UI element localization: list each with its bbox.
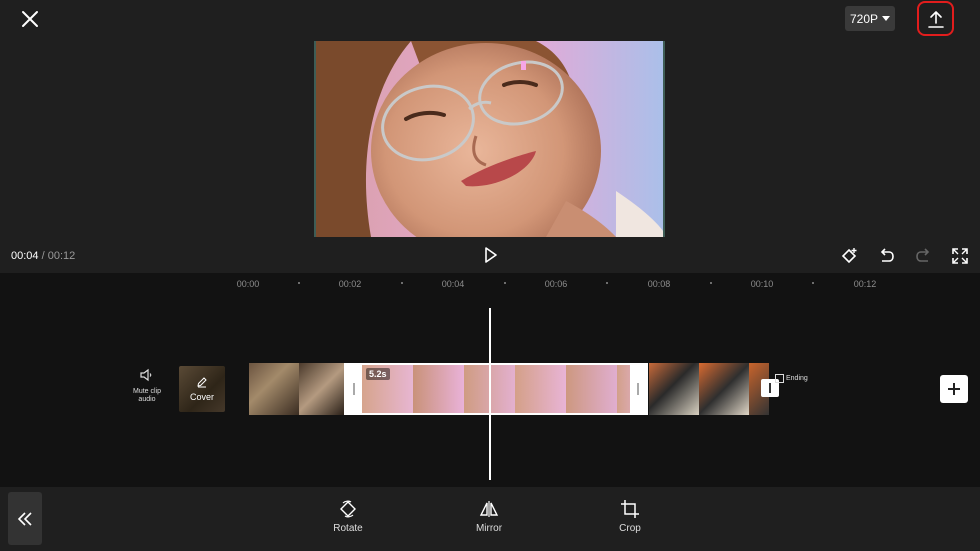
ending-label: Ending	[786, 375, 808, 382]
mute-clip-audio-button[interactable]: Mute clip audio	[127, 368, 167, 404]
resolution-label: 720P	[849, 11, 879, 26]
ruler-dot	[401, 282, 403, 284]
resolution-dropdown[interactable]: 720P	[845, 6, 895, 31]
ruler-label: 00:08	[647, 279, 671, 289]
selected-clip[interactable]	[344, 363, 648, 415]
mirror-label: Mirror	[475, 523, 503, 534]
mirror-button[interactable]: Mirror	[459, 499, 519, 534]
clip-thumbnail	[249, 363, 299, 415]
bottom-toolbar: Rotate Mirror Crop	[0, 487, 980, 551]
add-ending-button[interactable]: Ending	[775, 374, 808, 383]
double-chevron-left-icon	[17, 511, 32, 526]
keyframe-button[interactable]	[840, 246, 860, 266]
ruler-label: 00:04	[441, 279, 465, 289]
playhead[interactable]	[489, 308, 491, 480]
time-separator: /	[38, 250, 48, 262]
cover-button[interactable]: Cover	[179, 366, 225, 412]
ruler-dot	[298, 282, 300, 284]
redo-button[interactable]	[913, 246, 933, 266]
rotate-label: Rotate	[333, 523, 363, 534]
close-button[interactable]	[17, 6, 43, 32]
clip-trim-handle-right[interactable]	[630, 365, 646, 413]
video-frame-image	[316, 41, 663, 237]
caret-down-icon	[882, 16, 891, 21]
ruler-label: 00:12	[853, 279, 877, 289]
fullscreen-icon	[952, 248, 968, 264]
plus-icon	[948, 383, 960, 395]
keyframe-icon	[841, 248, 857, 264]
video-preview[interactable]	[314, 41, 665, 237]
clip-duration-badge: 5.2s	[366, 368, 390, 380]
speaker-icon	[140, 368, 152, 382]
crop-button[interactable]: Crop	[600, 499, 660, 534]
ending-checkbox-icon	[775, 374, 784, 383]
clip-thumbnail	[299, 363, 344, 415]
mute-clip-audio-label: Mute clip audio	[132, 388, 161, 403]
close-icon	[22, 11, 38, 27]
rotate-button[interactable]: Rotate	[318, 499, 378, 534]
ruler-dot	[710, 282, 712, 284]
collapse-button[interactable]	[8, 492, 42, 545]
mirror-icon	[479, 501, 499, 517]
ruler-dot	[504, 282, 506, 284]
ruler-label: 00:00	[236, 279, 260, 289]
redo-icon	[916, 248, 930, 262]
clip-trim-handle-left[interactable]	[346, 365, 362, 413]
upload-icon	[927, 10, 944, 28]
transition-icon	[769, 383, 771, 393]
edit-icon	[197, 377, 207, 388]
timecode: 00:04 / 00:12	[11, 250, 75, 262]
undo-button[interactable]	[877, 246, 897, 266]
current-time: 00:04	[11, 250, 39, 262]
preview-area: 720P 00:04 / 00:12	[0, 0, 980, 273]
rotate-icon	[340, 500, 356, 518]
fullscreen-button[interactable]	[950, 246, 970, 266]
ruler-label: 00:06	[544, 279, 568, 289]
undo-icon	[880, 248, 894, 262]
total-time: 00:12	[47, 250, 76, 262]
play-icon	[485, 247, 497, 263]
cover-label: Cover	[189, 392, 214, 402]
export-button[interactable]	[917, 1, 954, 36]
crop-icon	[621, 500, 639, 518]
ruler-dot	[606, 282, 608, 284]
play-button[interactable]	[481, 246, 499, 264]
clip-thumbnail	[649, 363, 699, 415]
clip-thumbnail	[699, 363, 749, 415]
add-clip-button[interactable]	[940, 375, 968, 403]
ruler-dot	[812, 282, 814, 284]
ruler-label: 00:10	[750, 279, 774, 289]
ruler-label: 00:02	[338, 279, 362, 289]
timeline[interactable]: 00:00 00:02 00:04 00:06 00:08 00:10 00:1…	[0, 273, 980, 487]
crop-label: Crop	[619, 523, 641, 534]
